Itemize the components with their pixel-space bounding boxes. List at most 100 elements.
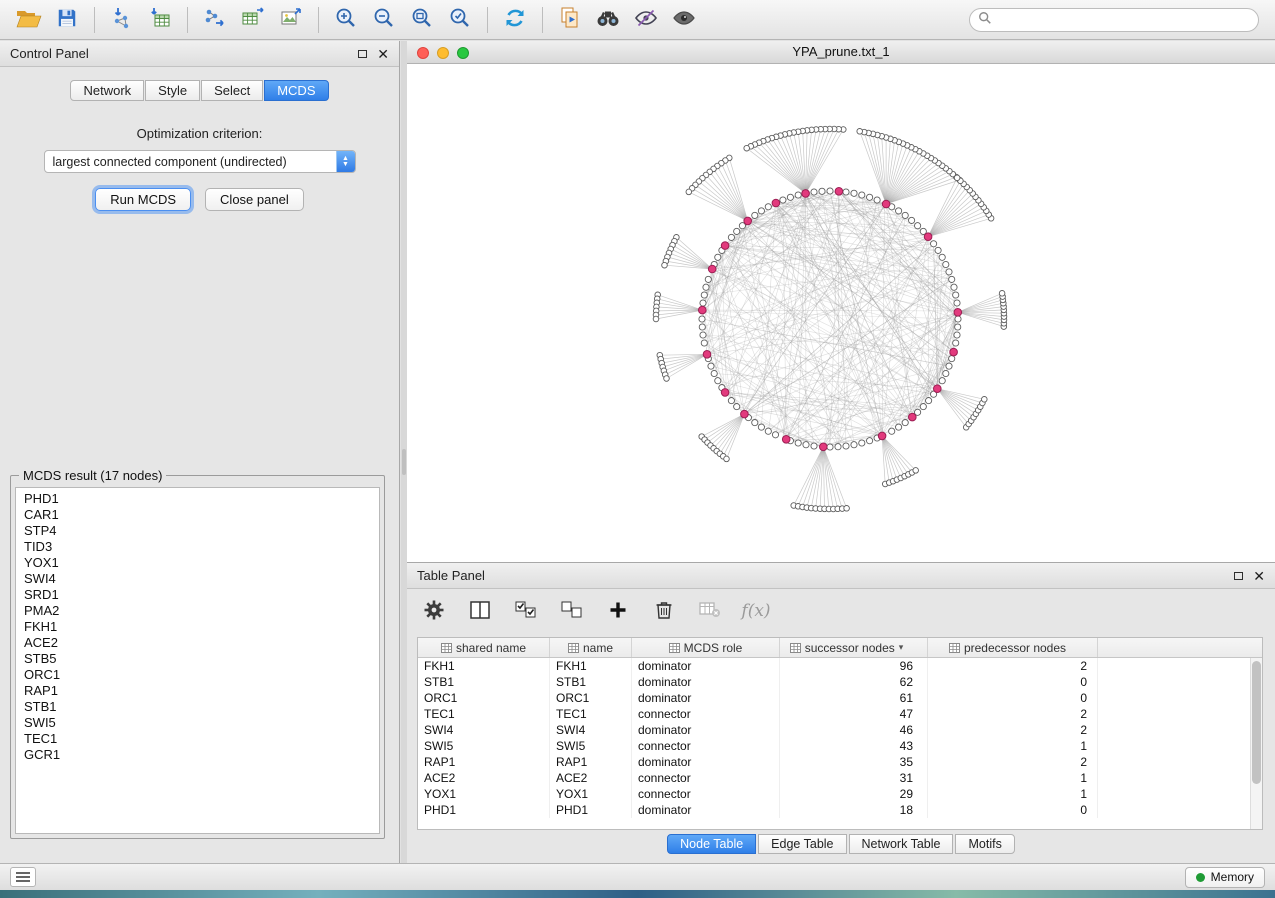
- tab-edge-table[interactable]: Edge Table: [758, 834, 846, 854]
- column-header-successor-nodes[interactable]: successor nodes ▾: [780, 638, 928, 657]
- table-row[interactable]: SWI5SWI5connector431: [418, 738, 1262, 754]
- mcds-result-item[interactable]: TEC1: [24, 731, 371, 747]
- tab-motifs[interactable]: Motifs: [955, 834, 1014, 854]
- show-columns-button[interactable]: [467, 598, 493, 624]
- save-session-button[interactable]: [48, 4, 86, 36]
- table-row[interactable]: STB1STB1dominator620: [418, 674, 1262, 690]
- criterion-select[interactable]: largest connected component (undirected)…: [44, 150, 356, 173]
- table-cell-filler: [1098, 754, 1262, 770]
- mcds-result-item[interactable]: ACE2: [24, 635, 371, 651]
- table-row[interactable]: YOX1YOX1connector291: [418, 786, 1262, 802]
- add-row-button[interactable]: [605, 598, 631, 624]
- table-cell: 96: [780, 658, 928, 674]
- mcds-result-item[interactable]: STP4: [24, 523, 371, 539]
- export-table-button[interactable]: [234, 4, 272, 36]
- mcds-result-item[interactable]: STB5: [24, 651, 371, 667]
- memory-button[interactable]: Memory: [1185, 867, 1265, 888]
- zoom-fit-button[interactable]: [403, 4, 441, 36]
- mcds-result-item[interactable]: CAR1: [24, 507, 371, 523]
- table-scrollbar[interactable]: [1250, 658, 1262, 829]
- zoom-out-icon: [372, 6, 396, 33]
- table-settings-button[interactable]: [421, 598, 447, 624]
- tab-mcds[interactable]: MCDS: [264, 80, 328, 101]
- zoom-selected-icon: [448, 6, 472, 33]
- network-canvas[interactable]: [407, 65, 1275, 562]
- select-all-button[interactable]: [513, 598, 539, 624]
- show-button[interactable]: [665, 4, 703, 36]
- column-header-shared-name[interactable]: shared name: [418, 638, 550, 657]
- table-cell: TEC1: [550, 706, 632, 722]
- close-panel-icon[interactable]: ✕: [377, 47, 389, 61]
- mcds-result-item[interactable]: YOX1: [24, 555, 371, 571]
- clear-table-button[interactable]: [697, 598, 723, 624]
- close-window-icon[interactable]: [417, 47, 429, 59]
- table-panel-title: Table Panel: [417, 568, 485, 583]
- list-icon: [16, 870, 30, 885]
- mcds-result-item[interactable]: PMA2: [24, 603, 371, 619]
- minimize-window-icon[interactable]: [437, 47, 449, 59]
- export-image-button[interactable]: [272, 4, 310, 36]
- zoom-out-button[interactable]: [365, 4, 403, 36]
- mcds-result-item[interactable]: FKH1: [24, 619, 371, 635]
- mcds-result-item[interactable]: SWI4: [24, 571, 371, 587]
- mcds-result-item[interactable]: STB1: [24, 699, 371, 715]
- float-table-panel-icon[interactable]: [1234, 572, 1243, 580]
- table-row[interactable]: ACE2ACE2connector311: [418, 770, 1262, 786]
- column-header-mcds-role[interactable]: MCDS role: [632, 638, 780, 657]
- close-panel-button[interactable]: Close panel: [205, 188, 304, 211]
- mcds-result-item[interactable]: PHD1: [24, 491, 371, 507]
- mcds-result-list[interactable]: PHD1CAR1STP4TID3YOX1SWI4SRD1PMA2FKH1ACE2…: [15, 487, 380, 834]
- tab-node-table[interactable]: Node Table: [667, 834, 756, 854]
- delete-row-button[interactable]: [651, 598, 677, 624]
- fx-icon: f(x): [741, 601, 770, 621]
- tab-style[interactable]: Style: [145, 80, 200, 101]
- mcds-result-item[interactable]: GCR1: [24, 747, 371, 763]
- table-row[interactable]: TEC1TEC1connector472: [418, 706, 1262, 722]
- task-history-button[interactable]: [10, 867, 36, 887]
- float-panel-icon[interactable]: [358, 50, 367, 58]
- export-network-button[interactable]: [196, 4, 234, 36]
- table-scrollbar-thumb[interactable]: [1252, 661, 1261, 784]
- run-mcds-button[interactable]: Run MCDS: [95, 188, 191, 211]
- network-graph[interactable]: [407, 65, 1275, 562]
- import-network-icon: [110, 6, 134, 33]
- clone-network-button[interactable]: [551, 4, 589, 36]
- mcds-result-item[interactable]: TID3: [24, 539, 371, 555]
- close-table-panel-icon[interactable]: ✕: [1253, 569, 1265, 583]
- refresh-button[interactable]: [496, 4, 534, 36]
- table-cell: SWI5: [418, 738, 550, 754]
- open-session-button[interactable]: [10, 4, 48, 36]
- table-row[interactable]: RAP1RAP1dominator352: [418, 754, 1262, 770]
- mcds-result-item[interactable]: ORC1: [24, 667, 371, 683]
- function-builder-button[interactable]: f(x): [743, 598, 769, 624]
- status-bar: Memory: [0, 863, 1275, 890]
- maximize-window-icon[interactable]: [457, 47, 469, 59]
- table-row[interactable]: ORC1ORC1dominator610: [418, 690, 1262, 706]
- column-header-predecessor-nodes[interactable]: predecessor nodes: [928, 638, 1098, 657]
- memory-label: Memory: [1211, 870, 1254, 884]
- table-row[interactable]: PHD1PHD1dominator180: [418, 802, 1262, 818]
- hide-button[interactable]: [627, 4, 665, 36]
- table-cell: dominator: [632, 674, 780, 690]
- column-grid-icon: [441, 643, 452, 653]
- zoom-selected-button[interactable]: [441, 4, 479, 36]
- mcds-result-item[interactable]: SRD1: [24, 587, 371, 603]
- mcds-result-title: MCDS result (17 nodes): [19, 468, 166, 483]
- table-cell: 2: [928, 722, 1098, 738]
- zoom-in-button[interactable]: [327, 4, 365, 36]
- tab-select[interactable]: Select: [201, 80, 263, 101]
- import-network-button[interactable]: [103, 4, 141, 36]
- find-button[interactable]: [589, 4, 627, 36]
- search-box[interactable]: [969, 8, 1259, 32]
- mcds-result-item[interactable]: SWI5: [24, 715, 371, 731]
- mcds-result-item[interactable]: RAP1: [24, 683, 371, 699]
- column-header-name[interactable]: name: [550, 638, 632, 657]
- search-input[interactable]: [997, 13, 1250, 27]
- network-titlebar[interactable]: YPA_prune.txt_1: [407, 41, 1275, 64]
- import-table-button[interactable]: [141, 4, 179, 36]
- tab-network-table[interactable]: Network Table: [849, 834, 954, 854]
- tab-network[interactable]: Network: [70, 80, 144, 101]
- table-row[interactable]: FKH1FKH1dominator962: [418, 658, 1262, 674]
- table-row[interactable]: SWI4SWI4dominator462: [418, 722, 1262, 738]
- deselect-all-button[interactable]: [559, 598, 585, 624]
